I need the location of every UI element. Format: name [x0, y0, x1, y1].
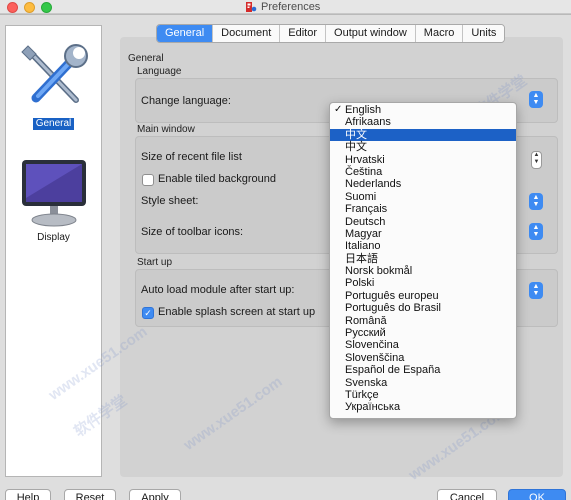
- monitor-icon: [21, 160, 86, 227]
- language-option-label: Italiano: [345, 240, 381, 253]
- close-window-button[interactable]: [7, 2, 18, 13]
- language-option[interactable]: Deutsch: [330, 216, 516, 228]
- sidebar: General Display: [5, 25, 102, 477]
- checkmark-icon: ✓: [334, 104, 343, 115]
- ok-button[interactable]: OK: [508, 489, 566, 500]
- tab-units[interactable]: Units: [463, 25, 505, 42]
- language-option-label: 中文: [345, 128, 367, 141]
- panel-title: General: [128, 53, 164, 64]
- tab-editor[interactable]: Editor: [280, 25, 327, 42]
- language-option[interactable]: Español de España: [330, 364, 516, 376]
- tools-icon: [20, 44, 88, 103]
- sidebar-item-label: Display: [37, 232, 70, 243]
- language-option[interactable]: Română: [330, 315, 516, 327]
- language-select-arrows[interactable]: ▲ ▼: [529, 91, 543, 108]
- language-option-label: Română: [345, 314, 387, 327]
- tiled-background-checkbox[interactable]: [142, 174, 154, 186]
- tab-output-window[interactable]: Output window: [326, 25, 416, 42]
- language-option[interactable]: Українська: [330, 401, 516, 413]
- autoload-select-arrows[interactable]: ▲ ▼: [529, 282, 543, 299]
- splash-screen-checkbox[interactable]: ✓: [142, 307, 154, 319]
- recent-files-label: Size of recent file list: [141, 151, 242, 163]
- sidebar-item-display[interactable]: Display: [6, 158, 101, 244]
- tab-general[interactable]: General: [157, 25, 214, 42]
- language-option-label: Türkçe: [345, 388, 379, 401]
- language-option-label: Svenska: [345, 376, 388, 389]
- language-option[interactable]: Português do Brasil: [330, 302, 516, 314]
- preferences-window: General Display General Language Change …: [0, 15, 571, 500]
- language-option[interactable]: Português europeu: [330, 290, 516, 302]
- help-button[interactable]: Help: [5, 489, 51, 500]
- language-option[interactable]: Slovenščina: [330, 352, 516, 364]
- language-group-label: Language: [137, 66, 182, 77]
- language-option-label: Čeština: [345, 165, 383, 178]
- app-logo-icon: [246, 2, 257, 12]
- language-option-label: 日本語: [345, 252, 378, 265]
- language-option[interactable]: Svenska: [330, 377, 516, 389]
- language-option-label: Deutsch: [345, 215, 386, 228]
- language-option[interactable]: Türkçe: [330, 389, 516, 401]
- title-bar: Preferences: [0, 0, 571, 14]
- autoload-label: Auto load module after start up:: [141, 284, 295, 296]
- language-option-label: Slovenčina: [345, 339, 399, 352]
- splash-screen-label: Enable splash screen at start up: [158, 306, 316, 318]
- sidebar-item-general[interactable]: General: [6, 40, 101, 130]
- reset-button[interactable]: Reset: [64, 489, 116, 500]
- language-dropdown-list: ✓ English Afrikaans 中文 中文 Hrvatski Čeština Nede…: [329, 102, 517, 419]
- language-option[interactable]: Čeština: [330, 166, 516, 178]
- language-option[interactable]: Norsk bokmål: [330, 265, 516, 277]
- language-option[interactable]: Français: [330, 203, 516, 215]
- language-option[interactable]: Italiano: [330, 240, 516, 252]
- language-option-label: Norsk bokmål: [345, 265, 413, 278]
- zoom-window-button[interactable]: [41, 2, 52, 13]
- language-option[interactable]: Slovenčina: [330, 339, 516, 351]
- window-title: Preferences: [261, 1, 321, 13]
- language-option-label: Français: [345, 203, 388, 216]
- language-option[interactable]: Suomi: [330, 191, 516, 203]
- language-option[interactable]: 中文: [330, 141, 516, 153]
- language-option[interactable]: 日本語: [330, 253, 516, 265]
- minimize-window-button[interactable]: [24, 2, 35, 13]
- language-option-label: Suomi: [345, 190, 377, 203]
- toolbar-icons-select-arrows[interactable]: ▲ ▼: [529, 223, 543, 240]
- tab-document[interactable]: Document: [213, 25, 281, 42]
- language-option[interactable]: Русский: [330, 327, 516, 339]
- language-option-label: Hrvatski: [345, 153, 385, 166]
- language-option-label: Português europeu: [345, 289, 439, 302]
- main-window-group-label: Main window: [137, 124, 195, 135]
- toolbar-icons-label: Size of toolbar icons:: [141, 226, 244, 238]
- startup-group-label: Start up: [137, 257, 173, 268]
- recent-files-stepper[interactable]: ▲ ▼: [531, 151, 542, 169]
- language-option-label: Español de España: [345, 364, 441, 377]
- language-option-label: Magyar: [345, 227, 382, 240]
- apply-button[interactable]: Apply: [129, 489, 181, 500]
- change-language-label: Change language:: [141, 95, 231, 107]
- language-option-label: Afrikaans: [345, 116, 391, 129]
- language-option-label: Українська: [345, 401, 401, 414]
- language-option-label: Português do Brasil: [345, 302, 441, 315]
- language-option[interactable]: ✓ English: [330, 104, 516, 116]
- cancel-button[interactable]: Cancel: [437, 489, 497, 500]
- language-option[interactable]: Nederlands: [330, 178, 516, 190]
- language-option[interactable]: 中文: [330, 128, 516, 142]
- language-option-label: Polski: [345, 277, 375, 290]
- language-option-label: English: [345, 104, 382, 116]
- language-option[interactable]: Polski: [330, 277, 516, 289]
- language-option-label: Nederlands: [345, 178, 402, 191]
- sidebar-item-label: General: [32, 118, 75, 130]
- language-option-label: 中文: [345, 141, 367, 154]
- tab-macro[interactable]: Macro: [415, 25, 464, 42]
- language-option[interactable]: Magyar: [330, 228, 516, 240]
- tab-bar: General Document Editor Output window Ma…: [156, 24, 506, 43]
- language-option[interactable]: Hrvatski: [330, 154, 516, 166]
- style-sheet-select-arrows[interactable]: ▲ ▼: [529, 193, 543, 210]
- language-option[interactable]: Afrikaans: [330, 116, 516, 128]
- style-sheet-label: Style sheet:: [141, 195, 199, 207]
- language-option-label: Slovenščina: [345, 351, 405, 364]
- tiled-background-label: Enable tiled background: [158, 173, 277, 185]
- language-option-label: Русский: [345, 327, 386, 340]
